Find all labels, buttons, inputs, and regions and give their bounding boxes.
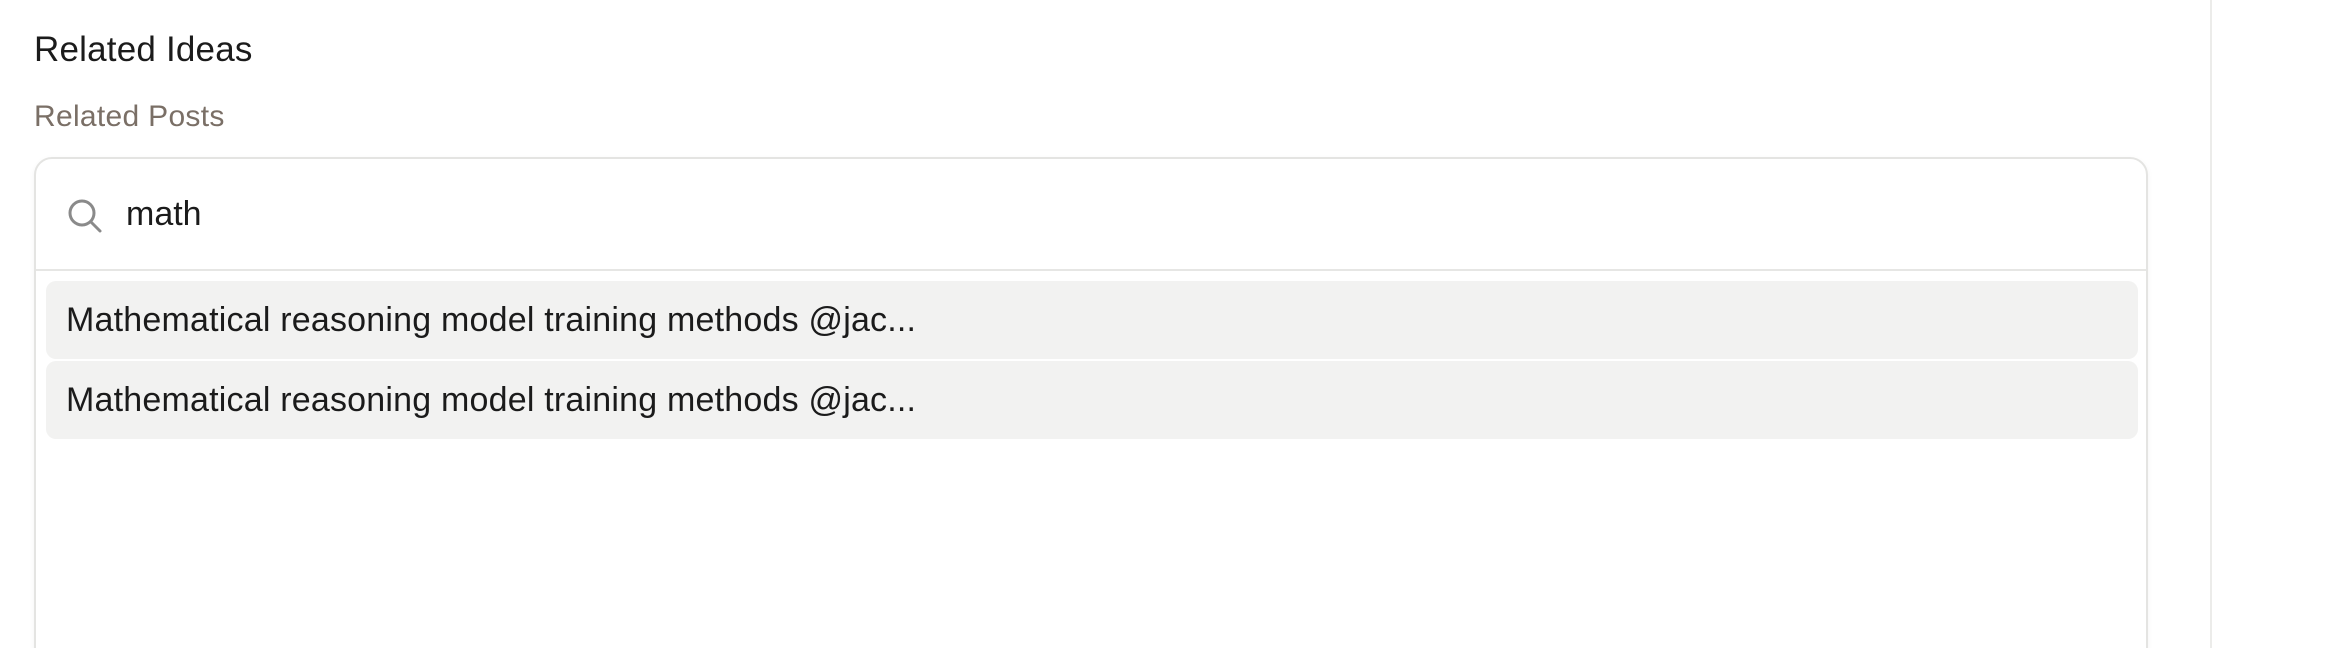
result-item-1[interactable]: Mathematical reasoning model training me…	[46, 281, 2138, 359]
result-item-label: Mathematical reasoning model training me…	[66, 380, 917, 419]
result-item-label: Mathematical reasoning model training me…	[66, 300, 917, 339]
search-input[interactable]	[126, 181, 2026, 247]
related-posts-label: Related Posts	[34, 100, 225, 133]
related-posts-combobox: Mathematical reasoning model training me…	[34, 157, 2148, 648]
search-row	[36, 159, 2146, 271]
search-icon	[68, 199, 102, 233]
related-ideas-panel: Related Ideas Related Posts Mathematical…	[0, 0, 2210, 648]
section-title: Related Ideas	[34, 30, 253, 69]
panel-divider	[2210, 0, 2212, 648]
page: Related Ideas Related Posts Mathematical…	[0, 0, 2340, 648]
result-item-2[interactable]: Mathematical reasoning model training me…	[46, 361, 2138, 439]
results-list: Mathematical reasoning model training me…	[46, 281, 2138, 441]
